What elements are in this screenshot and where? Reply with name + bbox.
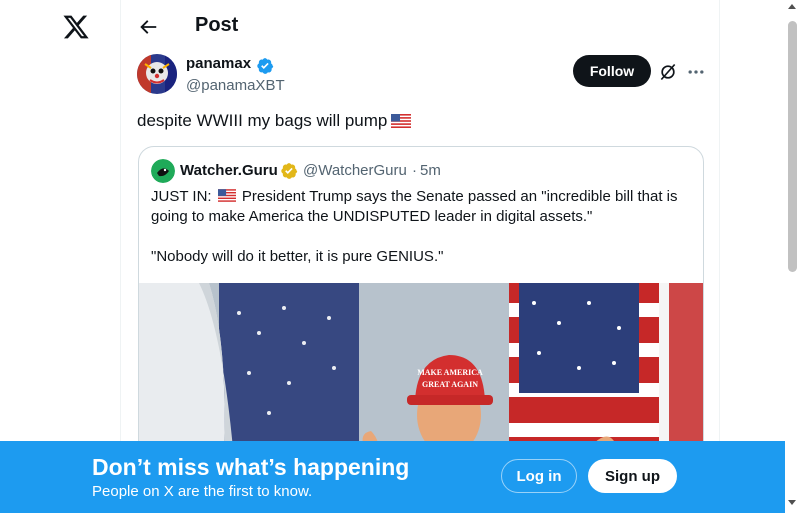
quoted-author-avatar[interactable] [151, 159, 175, 183]
us-flag-icon [217, 189, 236, 202]
page-title: Post [195, 14, 239, 36]
arrow-left-icon[interactable] [137, 16, 159, 38]
author-handle[interactable]: @panamaXBT [186, 77, 285, 94]
quoted-text-line2: "Nobody will do it better, it is pure GE… [151, 248, 444, 265]
post-text: despite WWIII my bags will pump [137, 111, 412, 131]
post-text-body: despite WWIII my bags will pump [137, 111, 388, 130]
author-avatar[interactable] [137, 54, 177, 94]
login-button[interactable]: Log in [501, 459, 577, 493]
quoted-text-prefix: JUST IN: [151, 188, 212, 205]
hat-text-line2: GREAT AGAIN [422, 380, 478, 389]
scrollbar-thumb[interactable] [788, 21, 797, 272]
gold-verified-badge-icon [281, 163, 298, 179]
post-column: Post panamax @panamaXBT Follow despite W… [120, 0, 720, 513]
top-bar: Post [121, 0, 719, 53]
more-options-icon[interactable] [686, 62, 706, 82]
quoted-timestamp[interactable]: 5m [420, 162, 441, 179]
hat-text-line1: MAKE AMERICA [417, 368, 483, 377]
follow-button[interactable]: Follow [573, 55, 651, 87]
scroll-up-arrow-icon[interactable] [788, 4, 796, 9]
banner-title: Don’t miss what’s happening [92, 454, 410, 480]
blue-verified-badge-icon [257, 58, 274, 74]
scroll-down-arrow-icon[interactable] [788, 500, 796, 505]
us-flag-icon [391, 114, 412, 128]
signup-button[interactable]: Sign up [588, 459, 677, 493]
signup-banner: Don’t miss what’s happening People on X … [0, 441, 785, 513]
quoted-author-handle[interactable]: @WatcherGuru [303, 162, 407, 179]
grok-icon[interactable] [658, 62, 678, 82]
x-logo-icon[interactable] [62, 13, 90, 41]
quoted-separator: · [412, 162, 417, 179]
quoted-author-name[interactable]: Watcher.Guru [180, 162, 278, 179]
banner-subtitle: People on X are the first to know. [92, 483, 313, 500]
author-name[interactable]: panamax [186, 55, 251, 72]
quoted-text: JUST IN: President Trump says the Senate… [151, 187, 696, 227]
